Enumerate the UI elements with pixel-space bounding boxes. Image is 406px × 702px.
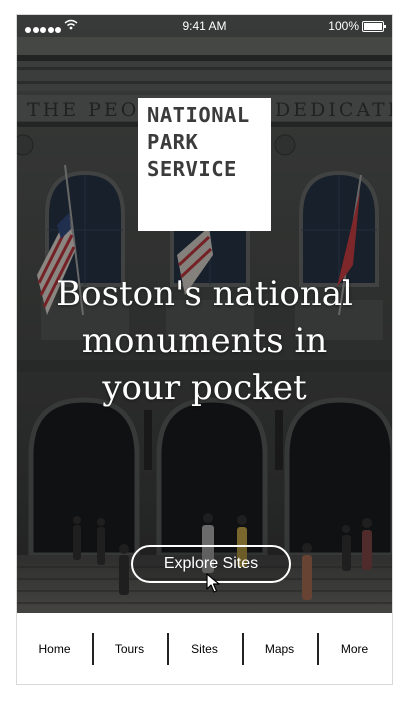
- hero-background: THE PEOPLE DEDICATED: [17, 15, 392, 613]
- tab-home[interactable]: Home: [17, 633, 92, 665]
- mouse-pointer-icon: [206, 573, 220, 593]
- battery-full-icon: [362, 21, 386, 32]
- tab-tours[interactable]: Tours: [92, 632, 167, 665]
- logo-line-1: NATIONAL: [147, 103, 250, 127]
- logo-line-3: SERVICE: [147, 157, 237, 181]
- tab-more[interactable]: More: [317, 632, 392, 665]
- battery-percentage: 100%: [328, 19, 359, 33]
- phone-screen: THE PEOPLE DEDICATED: [16, 14, 393, 685]
- tab-bar: Home Tours Sites Maps More: [17, 613, 392, 684]
- logo-line-2: PARK: [147, 130, 199, 154]
- nps-logo: NATIONAL PARK SERVICE: [138, 98, 271, 231]
- hero-headline: Boston's national monuments in your pock…: [17, 271, 392, 412]
- tab-maps[interactable]: Maps: [242, 632, 317, 665]
- tab-sites[interactable]: Sites: [167, 632, 242, 665]
- headline-line-2: monuments in: [81, 321, 328, 361]
- headline-line-3: your pocket: [102, 368, 307, 408]
- headline-line-1: Boston's national: [56, 274, 353, 314]
- status-bar: 9:41 AM 100%: [17, 15, 392, 37]
